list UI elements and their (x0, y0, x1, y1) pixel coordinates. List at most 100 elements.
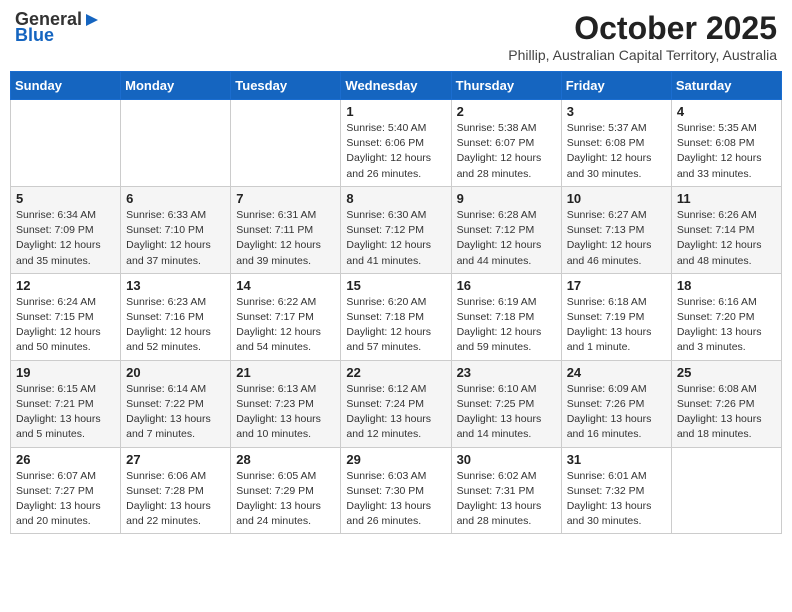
day-number: 15 (346, 278, 445, 293)
day-number: 26 (16, 452, 115, 467)
day-number: 20 (126, 365, 225, 380)
day-number: 2 (457, 104, 556, 119)
calendar-cell: 13 Sunrise: 6:23 AM Sunset: 7:16 PM Dayli… (121, 273, 231, 360)
day-info: Sunrise: 6:05 AM Sunset: 7:29 PM Dayligh… (236, 469, 335, 530)
day-info: Sunrise: 6:28 AM Sunset: 7:12 PM Dayligh… (457, 208, 556, 269)
calendar-cell: 8 Sunrise: 6:30 AM Sunset: 7:12 PM Daylig… (341, 186, 451, 273)
day-info: Sunrise: 6:03 AM Sunset: 7:30 PM Dayligh… (346, 469, 445, 530)
calendar-cell: 2 Sunrise: 5:38 AM Sunset: 6:07 PM Daylig… (451, 100, 561, 187)
day-number: 13 (126, 278, 225, 293)
calendar-cell: 17Sunrise: 6:18 AM Sunset: 7:19 PM Dayli… (561, 273, 671, 360)
calendar-cell: 5 Sunrise: 6:34 AM Sunset: 7:09 PM Daylig… (11, 186, 121, 273)
calendar-cell: 3 Sunrise: 5:37 AM Sunset: 6:08 PM Daylig… (561, 100, 671, 187)
day-number: 27 (126, 452, 225, 467)
day-info: Sunrise: 6:33 AM Sunset: 7:10 PM Dayligh… (126, 208, 225, 269)
calendar-cell: 4 Sunrise: 5:35 AM Sunset: 6:08 PM Daylig… (671, 100, 781, 187)
col-header-saturday: Saturday (671, 72, 781, 100)
day-number: 11 (677, 191, 776, 206)
calendar-cell (231, 100, 341, 187)
day-number: 30 (457, 452, 556, 467)
day-info: Sunrise: 6:14 AM Sunset: 7:22 PM Dayligh… (126, 382, 225, 443)
calendar-cell: 18Sunrise: 6:16 AM Sunset: 7:20 PM Dayli… (671, 273, 781, 360)
calendar-week-3: 12 Sunrise: 6:24 AM Sunset: 7:15 PM Dayli… (11, 273, 782, 360)
day-info: Sunrise: 6:20 AM Sunset: 7:18 PM Dayligh… (346, 295, 445, 356)
col-header-monday: Monday (121, 72, 231, 100)
day-info: Sunrise: 6:15 AM Sunset: 7:21 PM Dayligh… (16, 382, 115, 443)
calendar-subtitle: Phillip, Australian Capital Territory, A… (508, 47, 777, 63)
logo-arrow-icon (82, 10, 102, 30)
calendar-week-2: 5 Sunrise: 6:34 AM Sunset: 7:09 PM Daylig… (11, 186, 782, 273)
calendar-cell: 24 Sunrise: 6:09 AM Sunset: 7:26 PM Dayli… (561, 360, 671, 447)
day-info: Sunrise: 6:10 AM Sunset: 7:25 PM Dayligh… (457, 382, 556, 443)
calendar-cell: 6 Sunrise: 6:33 AM Sunset: 7:10 PM Daylig… (121, 186, 231, 273)
day-number: 25 (677, 365, 776, 380)
calendar-header-row: SundayMondayTuesdayWednesdayThursdayFrid… (11, 72, 782, 100)
calendar-cell: 20 Sunrise: 6:14 AM Sunset: 7:22 PM Dayli… (121, 360, 231, 447)
col-header-friday: Friday (561, 72, 671, 100)
day-info: Sunrise: 6:34 AM Sunset: 7:09 PM Dayligh… (16, 208, 115, 269)
col-header-thursday: Thursday (451, 72, 561, 100)
day-info: Sunrise: 6:07 AM Sunset: 7:27 PM Dayligh… (16, 469, 115, 530)
day-number: 24 (567, 365, 666, 380)
day-number: 23 (457, 365, 556, 380)
calendar-week-4: 19 Sunrise: 6:15 AM Sunset: 7:21 PM Dayli… (11, 360, 782, 447)
calendar-cell: 23 Sunrise: 6:10 AM Sunset: 7:25 PM Dayli… (451, 360, 561, 447)
calendar-cell: 31 Sunrise: 6:01 AM Sunset: 7:32 PM Dayli… (561, 447, 671, 534)
col-header-tuesday: Tuesday (231, 72, 341, 100)
calendar-cell (671, 447, 781, 534)
calendar-title: October 2025 (508, 10, 777, 47)
day-info: Sunrise: 6:24 AM Sunset: 7:15 PM Dayligh… (16, 295, 115, 356)
day-info: Sunrise: 6:23 AM Sunset: 7:16 PM Dayligh… (126, 295, 225, 356)
day-number: 3 (567, 104, 666, 119)
calendar-week-5: 26 Sunrise: 6:07 AM Sunset: 7:27 PM Dayli… (11, 447, 782, 534)
day-info: Sunrise: 6:06 AM Sunset: 7:28 PM Dayligh… (126, 469, 225, 530)
col-header-wednesday: Wednesday (341, 72, 451, 100)
day-number: 4 (677, 104, 776, 119)
calendar-cell: 27 Sunrise: 6:06 AM Sunset: 7:28 PM Dayli… (121, 447, 231, 534)
col-header-sunday: Sunday (11, 72, 121, 100)
day-info: Sunrise: 6:01 AM Sunset: 7:32 PM Dayligh… (567, 469, 666, 530)
day-number: 9 (457, 191, 556, 206)
calendar-cell: 15 Sunrise: 6:20 AM Sunset: 7:18 PM Dayli… (341, 273, 451, 360)
day-info: Sunrise: 6:30 AM Sunset: 7:12 PM Dayligh… (346, 208, 445, 269)
calendar-cell: 10 Sunrise: 6:27 AM Sunset: 7:13 PM Dayli… (561, 186, 671, 273)
calendar-cell: 30Sunrise: 6:02 AM Sunset: 7:31 PM Dayli… (451, 447, 561, 534)
day-number: 12 (16, 278, 115, 293)
day-number: 10 (567, 191, 666, 206)
calendar-cell: 14Sunrise: 6:22 AM Sunset: 7:17 PM Dayli… (231, 273, 341, 360)
calendar-cell: 28Sunrise: 6:05 AM Sunset: 7:29 PM Dayli… (231, 447, 341, 534)
day-number: 1 (346, 104, 445, 119)
calendar-cell: 7Sunrise: 6:31 AM Sunset: 7:11 PM Daylig… (231, 186, 341, 273)
day-info: Sunrise: 6:13 AM Sunset: 7:23 PM Dayligh… (236, 382, 335, 443)
day-info: Sunrise: 5:38 AM Sunset: 6:07 PM Dayligh… (457, 121, 556, 182)
calendar-cell: 26 Sunrise: 6:07 AM Sunset: 7:27 PM Dayli… (11, 447, 121, 534)
day-info: Sunrise: 5:40 AM Sunset: 6:06 PM Dayligh… (346, 121, 445, 182)
day-number: 19 (16, 365, 115, 380)
logo-blue: Blue (15, 26, 54, 46)
logo: General Blue (15, 10, 102, 46)
calendar-cell: 16Sunrise: 6:19 AM Sunset: 7:18 PM Dayli… (451, 273, 561, 360)
logo-blue-text: Blue (15, 25, 54, 45)
day-number: 21 (236, 365, 335, 380)
day-number: 6 (126, 191, 225, 206)
day-number: 5 (16, 191, 115, 206)
day-number: 16 (457, 278, 556, 293)
day-number: 8 (346, 191, 445, 206)
calendar-cell (11, 100, 121, 187)
day-info: Sunrise: 6:08 AM Sunset: 7:26 PM Dayligh… (677, 382, 776, 443)
day-info: Sunrise: 5:35 AM Sunset: 6:08 PM Dayligh… (677, 121, 776, 182)
calendar-cell: 12 Sunrise: 6:24 AM Sunset: 7:15 PM Dayli… (11, 273, 121, 360)
page-header: General Blue October 2025 Phillip, Austr… (10, 10, 782, 63)
calendar-cell: 21 Sunrise: 6:13 AM Sunset: 7:23 PM Dayli… (231, 360, 341, 447)
calendar-cell: 29 Sunrise: 6:03 AM Sunset: 7:30 PM Dayli… (341, 447, 451, 534)
day-number: 29 (346, 452, 445, 467)
day-info: Sunrise: 6:16 AM Sunset: 7:20 PM Dayligh… (677, 295, 776, 356)
day-number: 14 (236, 278, 335, 293)
day-info: Sunrise: 6:26 AM Sunset: 7:14 PM Dayligh… (677, 208, 776, 269)
day-info: Sunrise: 5:37 AM Sunset: 6:08 PM Dayligh… (567, 121, 666, 182)
day-number: 22 (346, 365, 445, 380)
day-info: Sunrise: 6:09 AM Sunset: 7:26 PM Dayligh… (567, 382, 666, 443)
day-info: Sunrise: 6:27 AM Sunset: 7:13 PM Dayligh… (567, 208, 666, 269)
calendar-cell: 25 Sunrise: 6:08 AM Sunset: 7:26 PM Dayli… (671, 360, 781, 447)
day-number: 31 (567, 452, 666, 467)
